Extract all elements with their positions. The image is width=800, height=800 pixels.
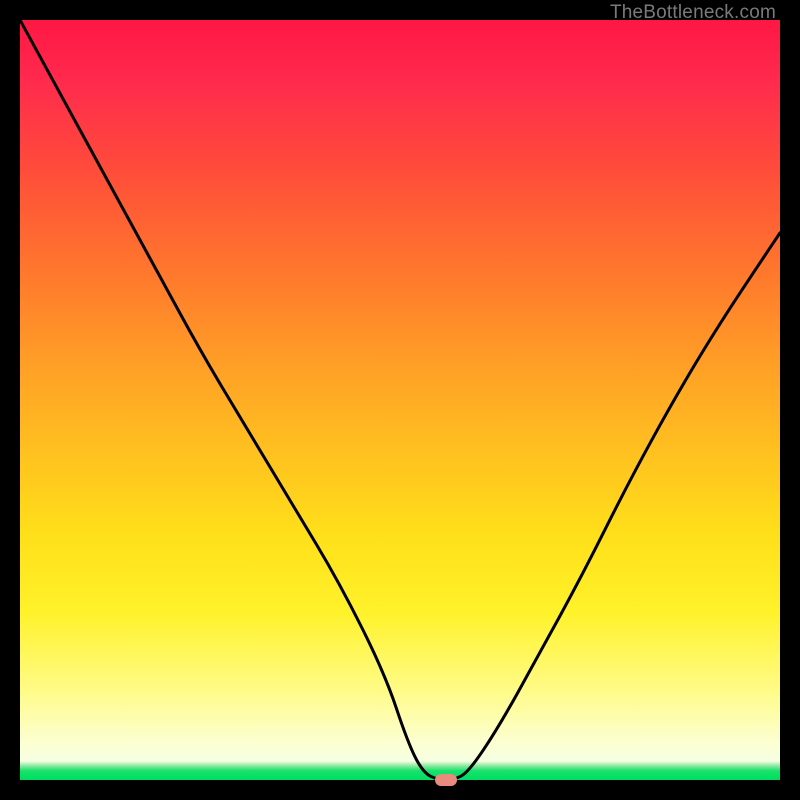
chart-frame (20, 20, 780, 780)
minimum-marker (435, 774, 457, 786)
chart-background-gradient (20, 20, 780, 780)
watermark-text: TheBottleneck.com (610, 2, 776, 24)
